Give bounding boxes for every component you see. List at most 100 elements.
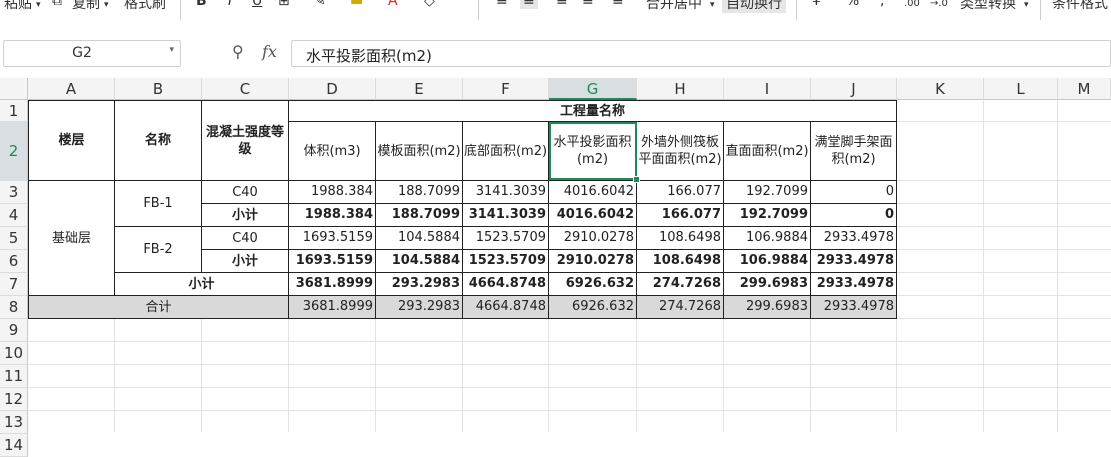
align-right-icon[interactable]: ≡ (556, 0, 568, 9)
column-header-k[interactable]: K (897, 78, 984, 100)
copy-button[interactable]: 复制 (72, 0, 100, 13)
header-group[interactable]: 工程量名称 (289, 100, 897, 122)
chevron-down-icon[interactable]: ▾ (169, 45, 174, 55)
total-cell[interactable]: 2933.4978 (811, 296, 897, 319)
floor-subtotal-cell[interactable]: 4664.8748 (463, 273, 549, 296)
floor-subtotal-cell[interactable]: 293.2983 (376, 273, 463, 296)
subtotal-cell[interactable]: 4016.6042 (549, 204, 637, 227)
floor-subtotal-cell[interactable]: 3681.8999 (289, 273, 376, 296)
row-header-11[interactable]: 11 (0, 365, 28, 388)
row-header-14[interactable]: 14 (0, 434, 28, 457)
subtotal-label[interactable]: 小计 (202, 204, 289, 227)
total-cell[interactable]: 293.2983 (376, 296, 463, 319)
chevron-down-icon[interactable]: ▾ (36, 0, 41, 10)
fill-handle[interactable] (633, 176, 640, 183)
row-header-2[interactable]: 2 (0, 122, 28, 181)
total-cell[interactable]: 4664.8748 (463, 296, 549, 319)
column-header-f[interactable]: F (463, 78, 549, 100)
subtotal-label[interactable]: 小计 (202, 250, 289, 273)
subtotal-cell[interactable]: 3141.3039 (463, 204, 549, 227)
subtotal-cell[interactable]: 104.5884 (376, 250, 463, 273)
subtotal-cell[interactable]: 2910.0278 (549, 250, 637, 273)
zoom-icon[interactable]: ⚲ (232, 42, 244, 61)
subtotal-cell[interactable]: 192.7099 (724, 204, 811, 227)
comma-button[interactable]: , (880, 0, 884, 9)
align-left-icon[interactable]: ≡ (496, 0, 508, 9)
header-floor[interactable]: 楼层 (28, 100, 115, 181)
percent-button[interactable]: % (846, 0, 859, 9)
chevron-down-icon[interactable]: ▾ (1024, 0, 1029, 10)
fx-icon[interactable]: fx (262, 42, 277, 61)
underline-button[interactable]: U (252, 0, 262, 9)
increase-decimal-button[interactable]: .00 (904, 0, 920, 9)
fill-color-icon[interactable]: ▬ (350, 0, 363, 9)
total-cell[interactable]: 3681.8999 (289, 296, 376, 319)
row-header-9[interactable]: 9 (0, 319, 28, 342)
italic-button[interactable]: I (228, 0, 232, 9)
header-metric[interactable]: 模板面积(m2) (376, 122, 463, 181)
value-cell[interactable]: 2933.4978 (811, 227, 897, 250)
grade-cell[interactable]: C40 (202, 181, 289, 204)
floor-subtotal-cell[interactable]: 299.6983 (724, 273, 811, 296)
distribute-icon[interactable]: ≡ (612, 0, 624, 9)
value-cell[interactable]: 2910.0278 (549, 227, 637, 250)
value-cell[interactable]: 1523.5709 (463, 227, 549, 250)
justify-icon[interactable]: ≡ (582, 0, 594, 9)
column-header-j[interactable]: J (811, 78, 897, 100)
subtotal-cell[interactable]: 188.7099 (376, 204, 463, 227)
conditional-format-button[interactable]: 条件格式 (1052, 0, 1108, 13)
row-header-7[interactable]: 7 (0, 273, 28, 296)
merge-center-button[interactable]: 合并居中 (646, 0, 702, 13)
copy-icon[interactable]: ⧉ (52, 0, 62, 9)
value-cell[interactable]: 108.6498 (637, 227, 724, 250)
column-header-d[interactable]: D (289, 78, 376, 100)
wrap-text-button[interactable]: 自动换行 (722, 0, 786, 13)
grade-cell[interactable]: C40 (202, 227, 289, 250)
floor-subtotal-cell[interactable]: 6926.632 (549, 273, 637, 296)
row-header-1[interactable]: 1 (0, 100, 28, 122)
value-cell[interactable]: 3141.3039 (463, 181, 549, 204)
subtotal-cell[interactable]: 1988.384 (289, 204, 376, 227)
font-color-icon[interactable]: A (388, 0, 398, 9)
value-cell[interactable]: 0 (811, 181, 897, 204)
column-header-g[interactable]: G (549, 78, 637, 100)
subtotal-cell[interactable]: 166.077 (637, 204, 724, 227)
value-cell[interactable]: 1693.5159 (289, 227, 376, 250)
row-header-5[interactable]: 5 (0, 227, 28, 250)
pen-icon[interactable]: ✎ (314, 0, 326, 9)
value-cell[interactable]: 1988.384 (289, 181, 376, 204)
column-header-i[interactable]: I (724, 78, 811, 100)
value-cell[interactable]: 4016.6042 (549, 181, 637, 204)
header-metric[interactable]: 满堂脚手架面积(m2) (811, 122, 897, 181)
column-header-l[interactable]: L (984, 78, 1058, 100)
formula-input[interactable]: 水平投影面积(m2) (291, 40, 1111, 67)
value-cell[interactable]: 192.7099 (724, 181, 811, 204)
subtotal-cell[interactable]: 2933.4978 (811, 250, 897, 273)
row-header-6[interactable]: 6 (0, 250, 28, 273)
row-header-13[interactable]: 13 (0, 411, 28, 434)
subtotal-cell[interactable]: 108.6498 (637, 250, 724, 273)
align-center-icon[interactable]: ≡ (520, 0, 538, 9)
total-label[interactable]: 合计 (28, 296, 289, 319)
value-cell[interactable]: 104.5884 (376, 227, 463, 250)
subtotal-cell[interactable]: 106.9884 (724, 250, 811, 273)
decrease-decimal-button[interactable]: →.0 (930, 0, 948, 9)
header-metric[interactable]: 外墙外侧筏板平面面积(m2) (637, 122, 724, 181)
floor-subtotal-cell[interactable]: 274.7268 (637, 273, 724, 296)
row-header-8[interactable]: 8 (0, 296, 28, 319)
row-header-4[interactable]: 4 (0, 204, 28, 227)
chevron-down-icon[interactable]: ▾ (104, 0, 109, 10)
value-cell[interactable]: 188.7099 (376, 181, 463, 204)
subtotal-cell[interactable]: 1693.5159 (289, 250, 376, 273)
row-header-10[interactable]: 10 (0, 342, 28, 365)
total-cell[interactable]: 299.6983 (724, 296, 811, 319)
column-header-a[interactable]: A (28, 78, 115, 100)
total-cell[interactable]: 6926.632 (549, 296, 637, 319)
currency-icon[interactable]: ¥ (812, 0, 821, 9)
component-name[interactable]: FB-2 (115, 227, 202, 273)
paste-button[interactable]: 粘贴 (4, 0, 32, 13)
subtotal-cell[interactable]: 1523.5709 (463, 250, 549, 273)
row-header-12[interactable]: 12 (0, 388, 28, 411)
floor-subtotal-cell[interactable]: 2933.4978 (811, 273, 897, 296)
header-grade[interactable]: 混凝土强度等级 (202, 100, 289, 181)
